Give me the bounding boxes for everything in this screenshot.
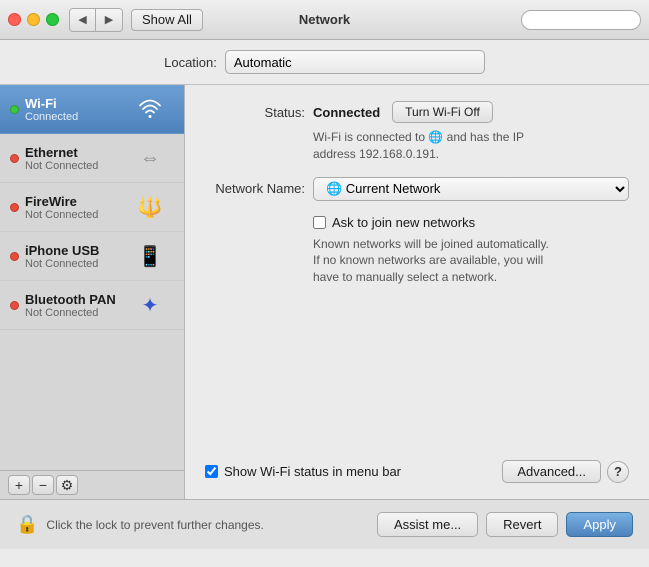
firewire-icon: 🔱 xyxy=(134,191,166,223)
ethernet-item-text: Ethernet Not Connected xyxy=(25,145,134,172)
status-row: Status: Connected Turn Wi-Fi Off xyxy=(205,101,629,123)
iphone-item-text: iPhone USB Not Connected xyxy=(25,243,134,270)
main-content: Wi-Fi Connected Ethernet Not Connected xyxy=(0,84,649,499)
assist-me-button[interactable]: Assist me... xyxy=(377,512,478,537)
show-wifi-label: Show Wi-Fi status in menu bar xyxy=(224,464,401,479)
forward-button[interactable]: ▶ xyxy=(96,9,122,31)
sidebar-toolbar: + − ⚙ xyxy=(0,470,184,499)
firewire-item-name: FireWire xyxy=(25,194,134,209)
location-label: Location: xyxy=(164,55,217,70)
turn-wifi-off-button[interactable]: Turn Wi-Fi Off xyxy=(392,101,493,123)
wifi-item-text: Wi-Fi Connected xyxy=(25,96,134,123)
apply-button[interactable]: Apply xyxy=(566,512,633,537)
location-select-wrapper: Automatic Edit Locations... xyxy=(225,50,485,74)
sidebar-item-ethernet[interactable]: Ethernet Not Connected ⇔ xyxy=(0,134,184,183)
search-input[interactable] xyxy=(521,10,641,30)
sidebar-item-iphone-usb[interactable]: iPhone USB Not Connected 📱 xyxy=(0,232,184,281)
detail-panel: Status: Connected Turn Wi-Fi Off Wi-Fi i… xyxy=(185,85,649,499)
firewire-status-dot xyxy=(10,203,19,212)
network-name-label: Network Name: xyxy=(205,181,305,196)
status-value: Connected xyxy=(313,105,380,120)
window-title: Network xyxy=(299,12,350,27)
iphone-status-dot xyxy=(10,252,19,261)
location-select[interactable]: Automatic Edit Locations... xyxy=(225,50,485,74)
show-all-button[interactable]: Show All xyxy=(131,9,203,31)
show-wifi-checkbox[interactable] xyxy=(205,465,218,478)
titlebar: ◀ ▶ Show All Network xyxy=(0,0,649,40)
bluetooth-item-status: Not Connected xyxy=(25,307,134,319)
network-name-select-wrapper: 🌐 Current Network xyxy=(313,177,629,201)
network-name-select[interactable]: 🌐 Current Network xyxy=(313,177,629,201)
ask-to-join-checkbox[interactable] xyxy=(313,216,326,229)
ethernet-icon: ⇔ xyxy=(134,142,166,174)
help-button[interactable]: ? xyxy=(607,461,629,483)
lock-icon[interactable]: 🔒 xyxy=(16,514,38,535)
firewire-item-text: FireWire Not Connected xyxy=(25,194,134,221)
bluetooth-status-dot xyxy=(10,301,19,310)
ethernet-status-dot xyxy=(10,154,19,163)
iphone-item-status: Not Connected xyxy=(25,258,134,270)
sidebar-item-bluetooth-pan[interactable]: Bluetooth PAN Not Connected ✦ xyxy=(0,281,184,330)
add-network-button[interactable]: + xyxy=(8,475,30,495)
advanced-button[interactable]: Advanced... xyxy=(502,460,601,483)
ethernet-item-name: Ethernet xyxy=(25,145,134,160)
wifi-icon xyxy=(134,93,166,125)
detail-bottom: Show Wi-Fi status in menu bar Advanced..… xyxy=(205,460,629,483)
show-wifi-row: Show Wi-Fi status in menu bar xyxy=(205,464,401,479)
minimize-button[interactable] xyxy=(27,13,40,26)
revert-button[interactable]: Revert xyxy=(486,512,558,537)
location-bar: Location: Automatic Edit Locations... xyxy=(0,40,649,84)
ask-to-join-description: Known networks will be joined automatica… xyxy=(313,236,629,286)
sidebar-item-wifi[interactable]: Wi-Fi Connected xyxy=(0,85,184,134)
sidebar-item-firewire[interactable]: FireWire Not Connected 🔱 xyxy=(0,183,184,232)
bluetooth-icon: ✦ xyxy=(134,289,166,321)
iphone-item-name: iPhone USB xyxy=(25,243,134,258)
wifi-item-status: Connected xyxy=(25,111,134,123)
back-button[interactable]: ◀ xyxy=(70,9,96,31)
lock-label: Click the lock to prevent further change… xyxy=(46,518,369,532)
network-settings-button[interactable]: ⚙ xyxy=(56,475,78,495)
close-button[interactable] xyxy=(8,13,21,26)
nav-buttons: ◀ ▶ xyxy=(69,8,123,32)
firewire-item-status: Not Connected xyxy=(25,209,134,221)
bottom-bar: 🔒 Click the lock to prevent further chan… xyxy=(0,499,649,549)
bluetooth-item-name: Bluetooth PAN xyxy=(25,292,134,307)
maximize-button[interactable] xyxy=(46,13,59,26)
wifi-status-dot xyxy=(10,105,19,114)
status-label: Status: xyxy=(205,105,305,120)
bluetooth-item-text: Bluetooth PAN Not Connected xyxy=(25,292,134,319)
wifi-item-name: Wi-Fi xyxy=(25,96,134,111)
sidebar: Wi-Fi Connected Ethernet Not Connected xyxy=(0,85,185,499)
ethernet-item-status: Not Connected xyxy=(25,160,134,172)
status-description: Wi-Fi is connected to 🌐 and has the IPad… xyxy=(313,129,629,163)
ask-to-join-label: Ask to join new networks xyxy=(332,215,475,230)
network-name-row: Network Name: 🌐 Current Network xyxy=(205,177,629,201)
iphone-icon: 📱 xyxy=(134,240,166,272)
ask-to-join-row: Ask to join new networks xyxy=(313,215,629,230)
remove-network-button[interactable]: − xyxy=(32,475,54,495)
traffic-lights xyxy=(8,13,59,26)
